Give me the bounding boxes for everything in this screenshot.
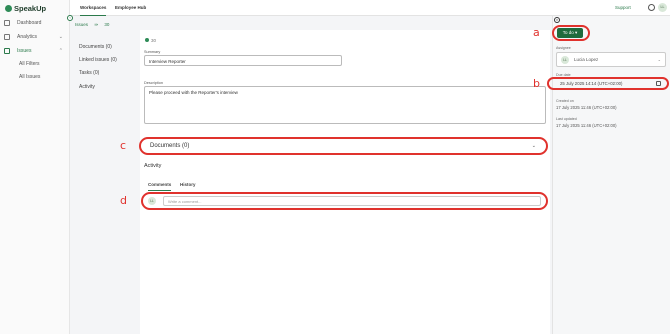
sidebar-subitem-all-issues[interactable]: All Issues: [19, 74, 40, 80]
chevron-down-icon: ⌄: [657, 57, 661, 62]
annotation-label-b: b: [533, 77, 540, 90]
support-link[interactable]: Support: [615, 5, 631, 10]
tab-workspaces[interactable]: Workspaces: [80, 5, 107, 16]
last-updated-value: 17 July 2025 11:46 (UTC+02:00): [556, 123, 617, 128]
sidebar-item-label: Dashboard: [17, 20, 42, 26]
sidebar-item-label: Issues: [17, 48, 32, 54]
created-on-value: 17 July 2025 11:46 (UTC+02:00): [556, 105, 617, 110]
summary-label: Summary: [144, 50, 161, 54]
sidebar-item-label: Analytics: [17, 34, 38, 40]
chevron-up-icon: ⌃: [58, 48, 63, 54]
issue-id: 30: [151, 38, 157, 43]
documents-title: Documents (0): [150, 143, 190, 149]
assignee-select[interactable]: LL Lucia Lopez ⌄: [556, 52, 666, 67]
tab-history[interactable]: History: [180, 182, 196, 187]
assignee-label: Assignee: [556, 46, 571, 50]
collapse-sidebar-icon[interactable]: ‹: [67, 15, 73, 21]
tab-comments[interactable]: Comments: [148, 182, 172, 191]
breadcrumb-issues[interactable]: Issues: [75, 22, 88, 27]
calendar-icon[interactable]: [656, 81, 661, 86]
chevron-down-icon: ⌄: [58, 34, 63, 40]
sidebar-item-dashboard[interactable]: Dashboard: [4, 18, 66, 28]
assignee-avatar: LL: [561, 56, 569, 64]
breadcrumb: Issues ⇛ 30: [75, 22, 114, 28]
created-on-label: Created on: [556, 99, 574, 103]
top-bar: Workspaces Employee Hub Support LL: [70, 0, 670, 16]
issues-icon: [4, 48, 10, 54]
issue-detail-panel: [140, 30, 550, 334]
due-date-label: Due date: [556, 73, 571, 77]
annotation-label-d: d: [120, 194, 127, 207]
description-label: Description: [144, 81, 163, 85]
status-button-label: To do: [562, 30, 574, 35]
sidebar-item-analytics[interactable]: Analytics ⌄: [4, 32, 66, 42]
annotation-label-a: a: [533, 26, 540, 39]
chevron-down-icon: ⌄: [531, 143, 536, 149]
speakup-logo-icon: [5, 5, 12, 12]
tab-employee-hub[interactable]: Employee Hub: [115, 5, 146, 10]
last-updated-label: Last updated: [556, 117, 577, 121]
analytics-icon: [4, 34, 10, 40]
comment-avatar: LL: [148, 197, 156, 205]
due-date-value: 25 July 2025 14:14 (UTC+02:00): [560, 81, 623, 86]
subnav-tasks[interactable]: Tasks (0): [79, 70, 99, 76]
subnav-linked-issues[interactable]: Linked issues (0): [79, 57, 117, 63]
assignee-name: Lucia Lopez: [574, 57, 599, 62]
description-textarea[interactable]: Please proceed with the Reporter's inter…: [144, 86, 546, 124]
documents-section-header[interactable]: Documents (0) ⌄: [144, 140, 544, 152]
sidebar: SpeakUp Dashboard Analytics ⌄ Issues ⌃ A…: [0, 0, 70, 334]
breadcrumb-separator-icon: ⇛: [94, 22, 99, 27]
user-avatar[interactable]: LL: [658, 3, 667, 12]
gear-icon[interactable]: [648, 4, 655, 11]
subnav-documents[interactable]: Documents (0): [79, 44, 112, 50]
annotation-label-c: c: [120, 139, 127, 152]
logo[interactable]: SpeakUp: [5, 4, 46, 13]
close-icon[interactable]: ×: [554, 17, 560, 23]
dashboard-icon: [4, 20, 10, 26]
logo-text: SpeakUp: [14, 4, 47, 13]
activity-title: Activity: [144, 163, 162, 169]
breadcrumb-current: 30: [104, 22, 110, 27]
subnav-activity[interactable]: Activity: [79, 84, 95, 90]
app-root: SpeakUp Dashboard Analytics ⌄ Issues ⌃ A…: [0, 0, 670, 334]
sidebar-item-issues[interactable]: Issues ⌃: [4, 46, 66, 56]
comment-input[interactable]: Write a comment...: [163, 196, 541, 206]
status-dot-icon: [145, 38, 149, 42]
status-button[interactable]: To do ▾: [557, 28, 583, 38]
summary-input[interactable]: Interview Reporter: [144, 55, 342, 66]
sidebar-subitem-all-filters[interactable]: All Filters: [19, 61, 40, 67]
